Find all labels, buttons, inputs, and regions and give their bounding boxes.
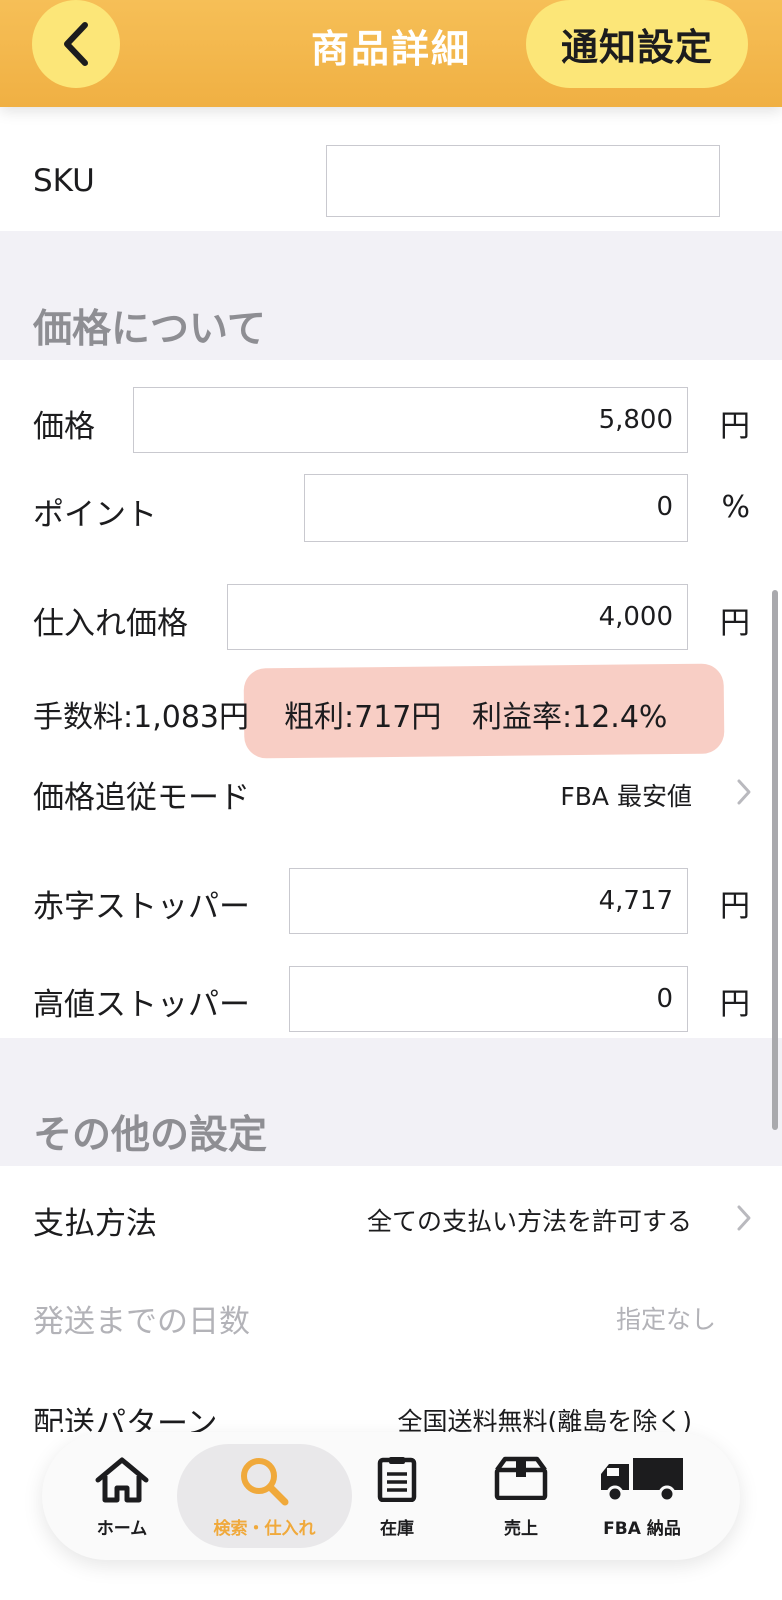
tab-inventory-label: 在庫 bbox=[380, 1519, 414, 1539]
tab-fba-delivery[interactable]: FBA 納品 bbox=[594, 1432, 690, 1560]
loss-stopper-label: 赤字ストッパー bbox=[33, 889, 250, 925]
bottom-tab-bar: ホーム 検索・仕入れ 在庫 売上 FBA 納品 bbox=[42, 1432, 740, 1560]
tab-sales[interactable]: 売上 bbox=[478, 1432, 564, 1560]
cost-unit: 円 bbox=[720, 606, 750, 641]
payment-method-label: 支払方法 bbox=[33, 1206, 157, 1242]
high-stopper-input[interactable]: 0 bbox=[289, 966, 688, 1032]
sku-input[interactable] bbox=[326, 145, 720, 217]
shipping-pattern-value: 全国送料無料(離島を除く) bbox=[397, 1407, 692, 1432]
tab-sales-label: 売上 bbox=[504, 1519, 538, 1539]
tab-fba-label: FBA 納品 bbox=[603, 1519, 681, 1539]
inventory-icon bbox=[377, 1457, 417, 1502]
shipping-pattern-label: 配送パターン bbox=[33, 1406, 218, 1432]
tab-inventory[interactable]: 在庫 bbox=[360, 1432, 434, 1560]
fee-text: 手数料:1,083円 bbox=[33, 700, 249, 735]
tab-home[interactable]: ホーム bbox=[77, 1432, 167, 1560]
shipping-days-label: 発送までの日数 bbox=[33, 1304, 250, 1340]
shipping-days-value: 指定なし bbox=[615, 1305, 716, 1334]
point-label: ポイント bbox=[33, 497, 157, 533]
cost-label: 仕入れ価格 bbox=[33, 606, 188, 642]
sku-label: SKU bbox=[33, 163, 95, 199]
point-input[interactable]: 0 bbox=[304, 474, 688, 542]
cost-input[interactable]: 4,000 bbox=[227, 584, 688, 650]
search-icon bbox=[240, 1458, 288, 1506]
tracking-mode-value: FBA 最安値 bbox=[560, 782, 692, 811]
price-input[interactable]: 5,800 bbox=[133, 387, 688, 453]
chevron-right-icon bbox=[737, 779, 751, 805]
high-stopper-unit: 円 bbox=[720, 987, 750, 1022]
tab-search-purchase[interactable]: 検索・仕入れ bbox=[177, 1432, 352, 1560]
chevron-right-icon bbox=[737, 1205, 751, 1231]
point-unit: % bbox=[721, 490, 750, 525]
price-section-title: 価格について bbox=[33, 307, 266, 352]
truck-icon bbox=[601, 1458, 683, 1503]
loss-stopper-unit: 円 bbox=[720, 889, 750, 924]
notification-settings-button[interactable]: 通知設定 bbox=[526, 0, 748, 88]
other-section-title: その他の設定 bbox=[33, 1113, 268, 1158]
tracking-mode-label: 価格追従モード bbox=[33, 780, 250, 816]
tab-search-label: 検索・仕入れ bbox=[213, 1519, 316, 1539]
price-unit: 円 bbox=[720, 409, 750, 444]
gross-profit-text: 粗利:717円 bbox=[284, 700, 442, 735]
sku-row: SKU bbox=[0, 107, 782, 231]
profit-rate-text: 利益率:12.4% bbox=[472, 700, 668, 735]
app-header: 商品詳細 通知設定 bbox=[0, 0, 782, 107]
payment-method-value: 全ての支払い方法を許可する bbox=[366, 1207, 692, 1236]
scrollbar[interactable] bbox=[772, 590, 778, 1130]
price-label: 価格 bbox=[33, 409, 95, 445]
shipping-days-row: 発送までの日数 指定なし bbox=[0, 1284, 782, 1348]
home-icon bbox=[95, 1457, 149, 1503]
loss-stopper-input[interactable]: 4,717 bbox=[289, 868, 688, 934]
shipping-pattern-row[interactable]: 配送パターン 全国送料無料(離島を除く) bbox=[0, 1392, 782, 1432]
sales-box-icon bbox=[494, 1456, 548, 1500]
tracking-mode-row[interactable]: 価格追従モード FBA 最安値 bbox=[0, 760, 782, 824]
payment-method-row[interactable]: 支払方法 全ての支払い方法を許可する bbox=[0, 1186, 782, 1250]
high-stopper-label: 高値ストッパー bbox=[33, 987, 250, 1023]
tab-home-label: ホーム bbox=[96, 1519, 148, 1539]
